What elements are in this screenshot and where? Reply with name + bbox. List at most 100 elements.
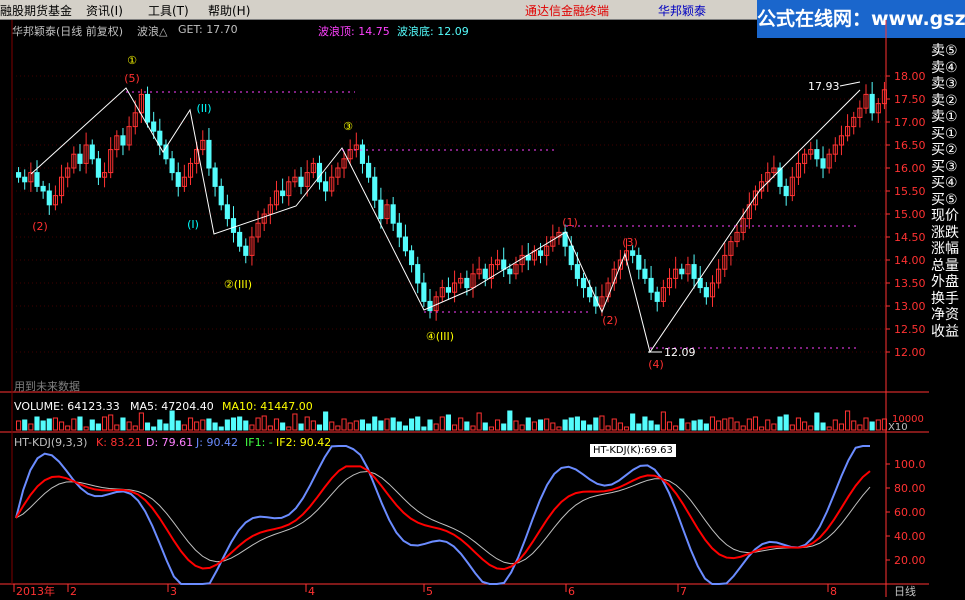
volume-bar: [568, 417, 574, 431]
volume-bar: [697, 419, 703, 431]
volume-bar: [175, 420, 181, 431]
candle-body: [691, 264, 697, 279]
volume-bar: [114, 424, 120, 431]
quote-label: 收益: [931, 323, 959, 340]
volume-bar: [537, 419, 544, 431]
volume-bar: [562, 419, 568, 431]
kdj-j-line: [15, 445, 870, 585]
candle-body: [421, 282, 427, 302]
volume-bar: [648, 420, 654, 431]
volume-bar: [470, 425, 476, 431]
volume-bar: [642, 416, 648, 431]
candle-body: [679, 268, 685, 275]
chart-canvas[interactable]: 18.00 17.50 17.00 16.50 16.00 15.50 15.00 14.50…: [0, 20, 943, 598]
candle-body: [46, 190, 52, 206]
volume-bar: [280, 422, 286, 431]
volume-bar: [261, 415, 267, 431]
kdj-if1-value: IF1: -: [245, 436, 273, 449]
kdj-tick-label: 60.00: [894, 506, 926, 519]
high-price-arrow: [839, 81, 861, 87]
menu-item-help[interactable]: 帮助(H): [208, 2, 250, 19]
date-tick-label: 4: [308, 585, 315, 597]
volume-bar: [163, 423, 169, 431]
candle-body: [212, 167, 218, 187]
volume-bar: [95, 423, 101, 431]
candle-body: [642, 268, 648, 279]
volume-bar: [820, 422, 826, 431]
candle-body: [77, 153, 83, 164]
volume-bar: [126, 421, 132, 431]
volume-bar: [464, 421, 470, 431]
volume-bar: [709, 416, 716, 431]
date-tick-label: 2013年: [16, 584, 55, 597]
volume-bar: [22, 419, 28, 431]
volume-bar: [347, 422, 353, 431]
candle-body: [869, 93, 875, 114]
stock-chart[interactable]: 18.00 17.50 17.00 16.50 16.00 15.50 15.00 14.50…: [0, 20, 943, 598]
candle-body: [390, 204, 396, 224]
volume-bar: [16, 420, 22, 431]
wave-top-value: 波浪顶: 14.75: [318, 25, 390, 38]
volume-bar: [617, 422, 623, 431]
price-tick-label: 13.00: [894, 300, 926, 313]
volume-bar: [525, 417, 531, 431]
volume-bar: [187, 417, 194, 431]
volume-bar: [421, 426, 427, 431]
volume-bar: [857, 424, 863, 431]
volume-bar: [335, 425, 341, 431]
brand-title: 通达信金融终端: [525, 4, 610, 18]
volume-bar: [433, 423, 439, 431]
price-tick-label: 17.00: [894, 116, 926, 129]
volume-bar: [802, 421, 808, 431]
date-tick-label: 5: [426, 585, 433, 597]
wave-mark-label: (2): [32, 220, 48, 233]
volume-bar: [323, 411, 329, 431]
candle-body: [144, 93, 151, 123]
get-value: GET: 17.70: [178, 23, 238, 36]
volume-bar: [304, 416, 310, 431]
kdj-k-line: [15, 465, 871, 571]
candle-body: [445, 287, 452, 293]
candle-body: [151, 121, 157, 132]
volume-bar: [476, 412, 482, 431]
menu-item-tools[interactable]: 工具(T): [148, 2, 189, 19]
volume-bar: [746, 418, 752, 431]
candle-body: [237, 231, 243, 247]
menu-item-funds[interactable]: 融股期货基金: [0, 2, 72, 19]
wave-mark-label: (3): [622, 236, 638, 249]
quote-panel: 卖⑤ 卖④ 卖③ 卖② 卖① 买① 买② 买③ 买④ 买⑤ 现价 涨跌 涨幅 总量 外盘 换手 净资 收益: [929, 38, 965, 597]
price-tick-label: 13.50: [894, 277, 926, 290]
volume-bar: [58, 421, 65, 431]
price-tick-label: 15.50: [894, 185, 926, 198]
candle-body: [427, 300, 433, 312]
candle-body: [366, 162, 372, 178]
candle-body: [206, 139, 212, 169]
volume-bar: [83, 426, 89, 431]
low-price-label: 12.09: [664, 346, 696, 359]
volume-bar: [832, 419, 838, 431]
candle-body: [157, 130, 163, 146]
candle-body: [316, 162, 323, 183]
volume-bar: [845, 410, 851, 431]
date-tick-label: 7: [680, 585, 687, 597]
volume-bar: [728, 417, 734, 431]
volume-bar: [795, 417, 802, 431]
wave-mark-label: ③: [343, 120, 353, 133]
volume-bar: [685, 422, 691, 431]
volume-bar: [402, 425, 409, 431]
volume-bar: [501, 423, 507, 431]
volume-bar: [439, 416, 445, 431]
candle-body: [224, 204, 230, 220]
volume-bar: [574, 416, 580, 431]
price-tick-label: 16.00: [894, 162, 926, 175]
volume-bar: [863, 417, 869, 431]
volume-bar: [752, 416, 759, 431]
volume-bar: [316, 424, 323, 431]
menu-item-news[interactable]: 资讯(I): [86, 2, 123, 19]
candle-body: [415, 264, 421, 284]
volume-bar: [673, 425, 679, 431]
candle-body: [95, 158, 101, 178]
candle-body: [648, 277, 654, 293]
volume-bar: [396, 421, 402, 431]
volume-bar: [452, 424, 458, 431]
